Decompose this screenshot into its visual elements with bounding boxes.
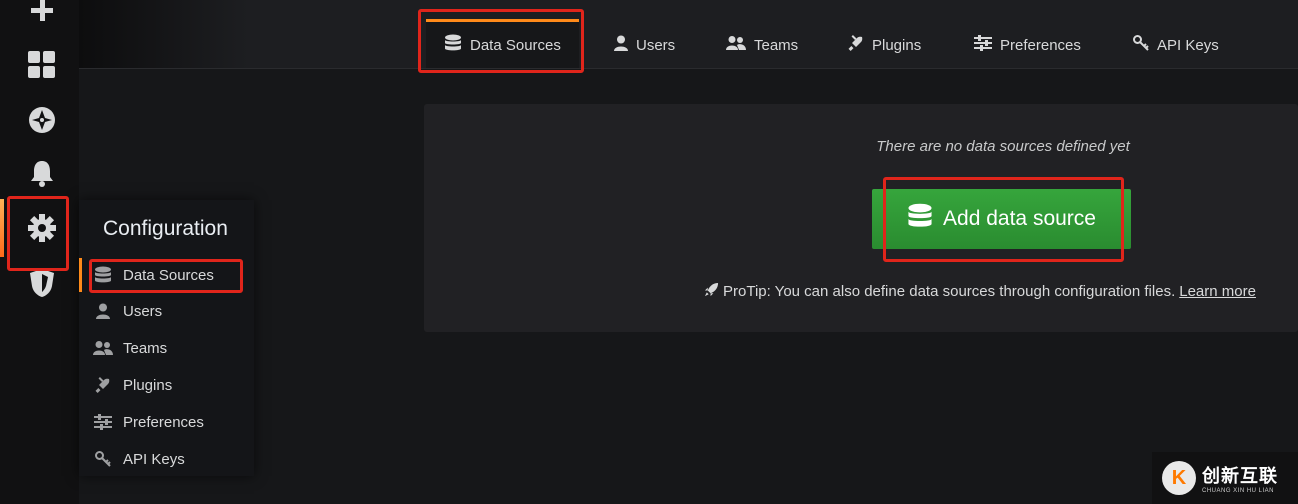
menu-item-teams[interactable]: Teams — [79, 331, 254, 365]
tab-plugins[interactable]: Plugins — [848, 22, 921, 68]
tab-preferences[interactable]: Preferences — [974, 22, 1081, 68]
menu-item-plugins[interactable]: Plugins — [79, 368, 254, 402]
menu-item-label: Plugins — [123, 376, 173, 394]
sliders-icon — [974, 35, 992, 55]
protip-text: ProTip: You can also define data sources… — [723, 283, 1176, 300]
tab-label: Plugins — [872, 36, 922, 54]
user-icon — [93, 303, 113, 319]
menu-item-api-keys[interactable]: API Keys — [79, 442, 254, 476]
tab-users[interactable]: Users — [614, 22, 675, 68]
sidebar-active-indicator — [0, 199, 4, 257]
watermark-text: 创新互联 — [1202, 466, 1278, 486]
highlight-box-button — [883, 177, 1124, 262]
alerting-icon[interactable] — [22, 153, 62, 193]
plug-icon — [848, 35, 864, 55]
user-icon — [614, 35, 628, 55]
menu-item-users[interactable]: Users — [79, 294, 254, 328]
page-header — [79, 0, 1298, 69]
tab-label: Preferences — [1000, 36, 1081, 54]
configuration-menu-title: Configuration — [103, 217, 228, 240]
team-icon — [93, 340, 113, 356]
team-icon — [726, 35, 746, 55]
sliders-icon — [93, 414, 113, 430]
menu-item-preferences[interactable]: Preferences — [79, 405, 254, 439]
tab-label: Users — [636, 36, 676, 54]
plus-icon[interactable] — [22, 0, 62, 30]
highlight-box-tab — [418, 9, 584, 73]
menu-item-label: Users — [123, 302, 163, 320]
tab-label: API Keys — [1157, 36, 1219, 54]
rocket-icon — [704, 282, 719, 301]
empty-state-message: There are no data sources defined yet — [876, 138, 1130, 155]
menu-item-label: Teams — [123, 339, 168, 357]
configuration-menu: Configuration Data Sources Users Teams P… — [79, 200, 254, 476]
watermark-logo: K 创新互联 CHUANG XIN HU LIAN — [1152, 452, 1298, 504]
explore-icon[interactable] — [22, 100, 62, 140]
key-icon — [1133, 35, 1149, 55]
menu-item-label: Preferences — [123, 413, 204, 431]
tab-label: Teams — [754, 36, 799, 54]
menu-item-label: API Keys — [123, 450, 185, 468]
key-icon — [93, 451, 113, 467]
tab-teams[interactable]: Teams — [726, 22, 798, 68]
dashboards-icon[interactable] — [22, 45, 62, 85]
highlight-box-menu-item — [89, 259, 243, 293]
watermark-mark: K — [1162, 461, 1196, 495]
learn-more-link[interactable]: Learn more — [1179, 283, 1256, 300]
watermark-subtext: CHUANG XIN HU LIAN — [1202, 488, 1275, 494]
tab-api-keys[interactable]: API Keys — [1133, 22, 1219, 68]
protip: ProTip: You can also define data sources… — [704, 282, 1256, 301]
highlight-box-gear — [7, 196, 69, 271]
plug-icon — [93, 377, 113, 393]
header-shadow — [79, 0, 249, 68]
